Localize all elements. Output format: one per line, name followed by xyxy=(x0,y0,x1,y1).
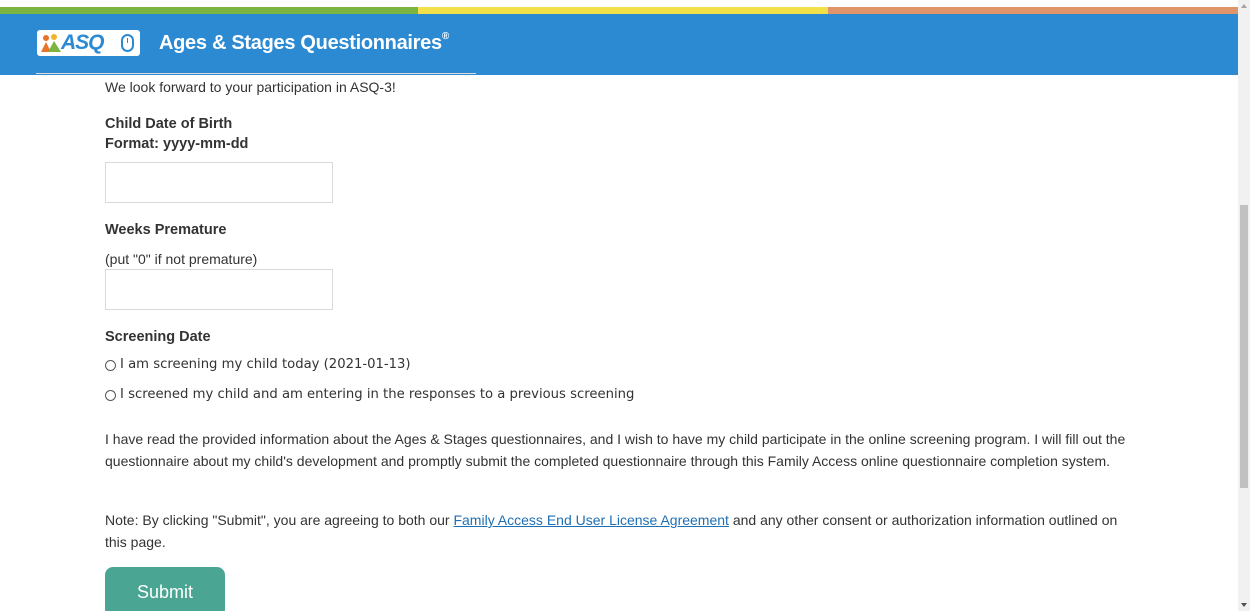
radio-previous[interactable] xyxy=(105,389,116,401)
stripe-green xyxy=(0,7,418,14)
site-header: ASQ Ages & Stages Questionnaires® xyxy=(0,14,1238,75)
scroll-up-arrow-icon[interactable] xyxy=(1241,4,1247,8)
vertical-scrollbar[interactable] xyxy=(1238,0,1250,611)
site-title-text: Ages & Stages Questionnaires xyxy=(159,32,442,54)
page: ASQ Ages & Stages Questionnaires® We loo… xyxy=(0,0,1250,611)
note-prefix: Note: By clicking "Submit", you are agre… xyxy=(105,512,454,528)
dob-input[interactable] xyxy=(105,162,333,203)
eula-link[interactable]: Family Access End User License Agreement xyxy=(453,512,728,528)
site-title: Ages & Stages Questionnaires® xyxy=(159,31,449,55)
scroll-down-arrow-icon[interactable] xyxy=(1241,603,1247,607)
intro-text: We look forward to your participation in… xyxy=(105,79,396,95)
premature-label: Weeks Premature xyxy=(105,222,227,238)
radio-today-label: I am screening my child today (2021-01-1… xyxy=(120,357,411,372)
consent-text: I have read the provided information abo… xyxy=(105,431,1126,469)
people-icon xyxy=(41,34,61,52)
header-divider xyxy=(36,73,476,74)
premature-hint: (put "0" if not premature) xyxy=(105,251,258,267)
asq-logo[interactable]: ASQ xyxy=(37,30,140,56)
registered-mark: ® xyxy=(441,31,449,43)
radio-previous-label: I screened my child and am entering in t… xyxy=(120,387,635,402)
screening-option-today[interactable]: I am screening my child today (2021-01-1… xyxy=(105,355,411,375)
stripe-yellow xyxy=(418,7,828,14)
submit-button[interactable]: Submit xyxy=(105,567,225,611)
mouse-icon xyxy=(121,34,134,52)
dob-label: Child Date of Birth xyxy=(105,116,233,132)
premature-input[interactable] xyxy=(105,269,333,310)
dob-format: Format: yyyy-mm-dd xyxy=(105,136,249,152)
note-text: Note: By clicking "Submit", you are agre… xyxy=(105,510,1140,553)
scroll-thumb[interactable] xyxy=(1240,205,1248,488)
color-stripe xyxy=(0,0,1250,14)
logo-text: ASQ xyxy=(61,31,105,54)
stripe-orange xyxy=(828,7,1238,14)
screening-label: Screening Date xyxy=(105,329,211,345)
screening-option-previous[interactable]: I screened my child and am entering in t… xyxy=(105,385,634,405)
radio-today[interactable] xyxy=(105,359,116,371)
